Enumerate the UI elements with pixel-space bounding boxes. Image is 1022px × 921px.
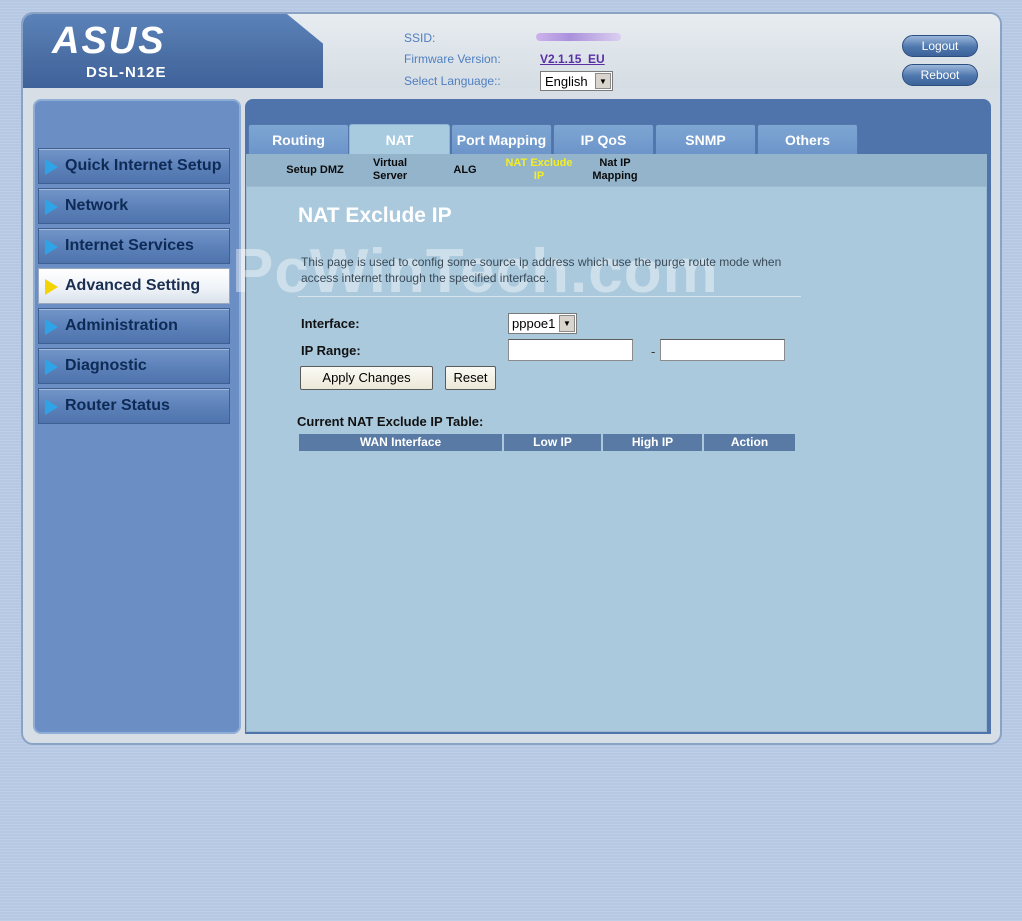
page-title: NAT Exclude IP — [298, 204, 452, 227]
tab-routing[interactable]: Routing — [248, 124, 349, 155]
chevron-down-icon: ▼ — [595, 73, 611, 89]
asus-logo: ASUS — [52, 20, 166, 62]
sidebar-item-label: Router Status — [65, 397, 170, 414]
arrow-right-icon — [45, 359, 58, 375]
table-title: Current NAT Exclude IP Table: — [297, 414, 484, 429]
table-header-wan-interface: WAN Interface — [299, 434, 502, 451]
arrow-right-icon — [45, 199, 58, 215]
ip-range-end-input[interactable] — [660, 339, 785, 361]
tab-port-mapping[interactable]: Port Mapping — [451, 124, 552, 155]
arrow-right-icon — [45, 159, 58, 175]
sidebar-item-administration[interactable]: Administration — [38, 308, 230, 344]
subnav-setup-dmz[interactable]: Setup DMZ — [282, 164, 348, 177]
language-label: Select Language:: — [404, 74, 501, 88]
tab-others[interactable]: Others — [757, 124, 858, 155]
divider — [298, 296, 801, 297]
range-separator: - — [651, 344, 656, 359]
subnav-alg[interactable]: ALG — [449, 164, 481, 177]
sidebar-item-router-status[interactable]: Router Status — [38, 388, 230, 424]
language-value: English — [545, 74, 588, 89]
table-header-high-ip: High IP — [603, 434, 702, 451]
chevron-down-icon: ▼ — [559, 315, 575, 332]
ssid-label: SSID: — [404, 31, 436, 45]
sidebar-item-label: Administration — [65, 317, 178, 334]
firmware-label: Firmware Version: — [404, 52, 501, 66]
sidebar-item-diagnostic[interactable]: Diagnostic — [38, 348, 230, 384]
sidebar-item-label: Diagnostic — [65, 357, 147, 374]
tab-snmp[interactable]: SNMP — [655, 124, 756, 155]
arrow-right-icon — [45, 399, 58, 415]
tab-nat[interactable]: NAT — [349, 124, 450, 155]
arrow-right-icon — [45, 279, 58, 295]
arrow-right-icon — [45, 239, 58, 255]
sidebar-item-label: Advanced Setting — [65, 277, 201, 294]
firmware-version-link[interactable]: V2.1.15_EU — [540, 52, 605, 66]
page-description: This page is used to config some source … — [301, 255, 782, 285]
ip-range-start-input[interactable] — [508, 339, 633, 361]
interface-select[interactable]: pppoe1 ▼ — [508, 313, 577, 334]
reboot-button[interactable]: Reboot — [902, 64, 978, 86]
sidebar-item-network[interactable]: Network — [38, 188, 230, 224]
interface-value: pppoe1 — [512, 316, 556, 331]
sidebar-item-advanced-setting[interactable]: Advanced Setting — [38, 268, 230, 304]
sidebar-item-label: Quick Internet Setup — [65, 157, 222, 174]
logout-button[interactable]: Logout — [902, 35, 978, 57]
table-header-action: Action — [704, 434, 795, 451]
apply-changes-button[interactable]: Apply Changes — [300, 366, 433, 390]
reset-button[interactable]: Reset — [445, 366, 496, 390]
ssid-value-redacted — [536, 33, 621, 41]
subnav-nat-ip-mapping[interactable]: Nat IP Mapping — [586, 157, 644, 183]
subnav-nat-exclude-ip[interactable]: NAT Exclude IP — [503, 157, 575, 183]
tab-ip-qos[interactable]: IP QoS — [553, 124, 654, 155]
interface-label: Interface: — [301, 316, 360, 331]
table-header-low-ip: Low IP — [504, 434, 601, 451]
ip-range-label: IP Range: — [301, 343, 361, 358]
sidebar-item-internet-services[interactable]: Internet Services — [38, 228, 230, 264]
arrow-right-icon — [45, 319, 58, 335]
sidebar-item-quick-internet-setup[interactable]: Quick Internet Setup — [38, 148, 230, 184]
sidebar-item-label: Network — [65, 197, 129, 214]
model-name: DSL-N12E — [86, 64, 167, 81]
sidebar-item-label: Internet Services — [65, 237, 194, 254]
subnav-virtual-server[interactable]: Virtual Server — [364, 157, 416, 183]
language-select[interactable]: English ▼ — [540, 71, 613, 91]
